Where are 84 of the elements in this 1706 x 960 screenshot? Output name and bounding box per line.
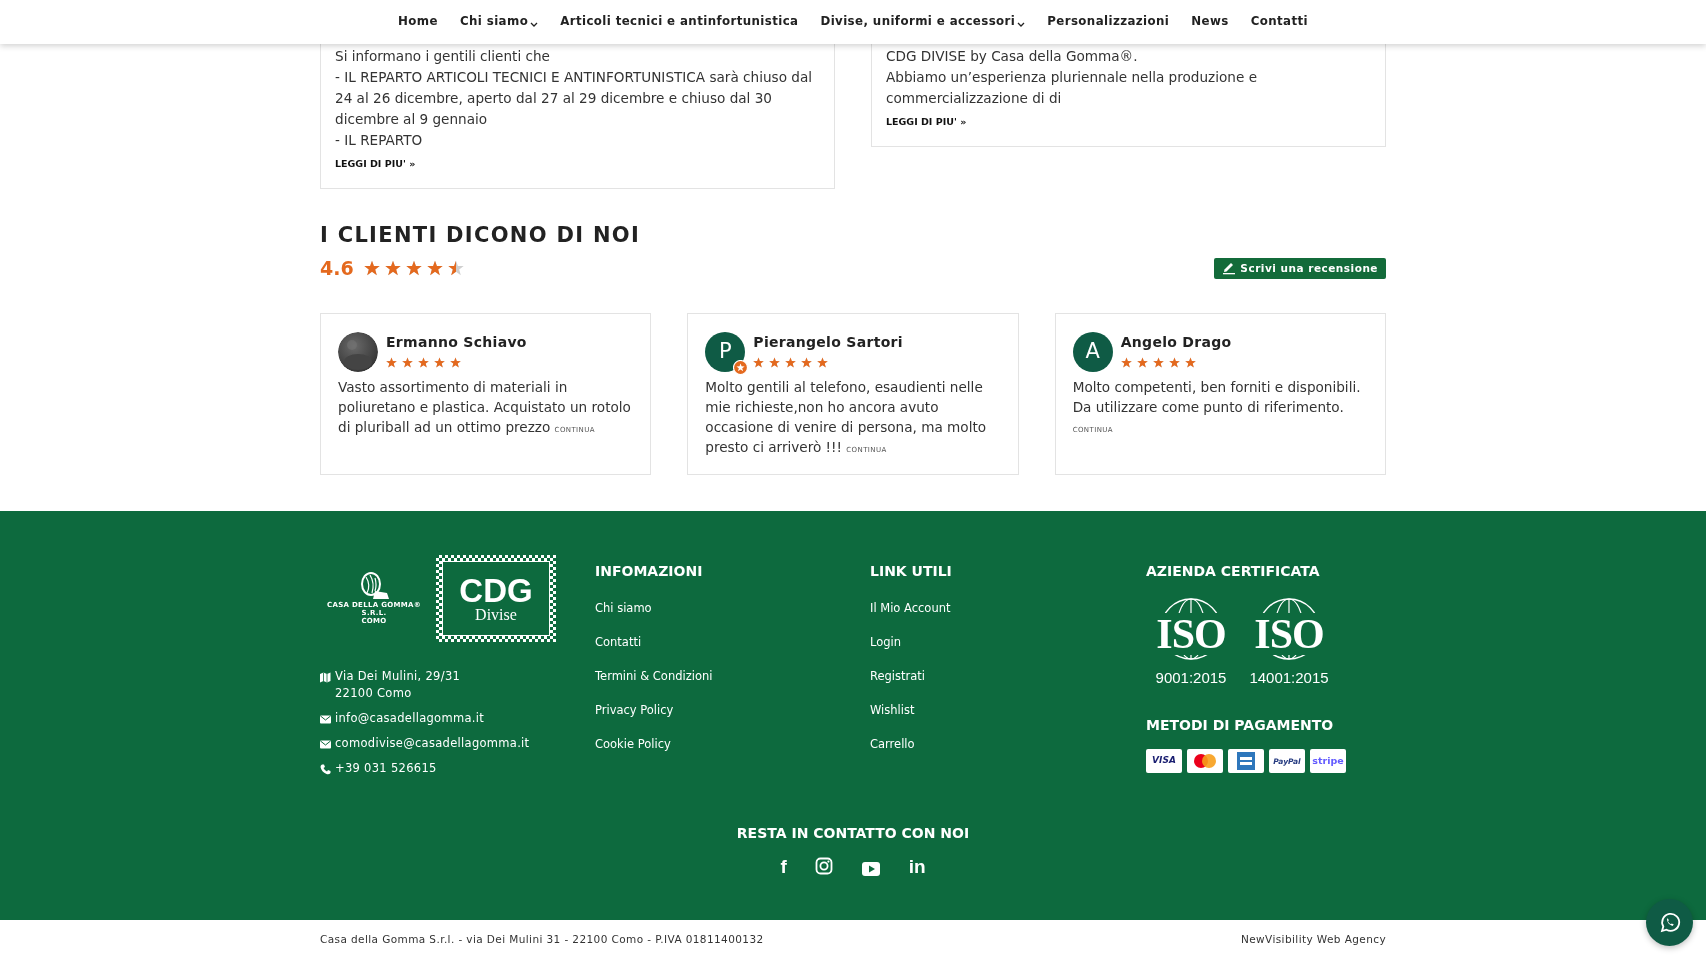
footer-link[interactable]: Il Mio Account [870,599,1146,616]
star-icon [769,356,781,368]
logo-text: CDG [459,573,533,607]
iso-mark: ISO [1253,612,1325,655]
pencil-icon [1222,261,1237,276]
star-icon [426,260,443,277]
read-more-link[interactable]: LEGGI DI PIU' » [335,153,416,174]
linkedin-icon[interactable]: in [908,856,926,877]
write-review-button[interactable]: Scrivi una recensione [1214,257,1386,280]
circles-icon [1192,753,1218,770]
envelope-icon [320,713,331,725]
star-icon [1152,356,1164,368]
footer-link[interactable]: Login [870,633,1146,650]
star-icon [1136,356,1148,368]
envelope-icon [320,738,331,750]
news-text: Si informano i gentili clienti che [335,47,551,66]
reviewer-name: Angelo Drago [1120,332,1232,352]
star-icon [384,260,401,277]
news-text: - IL REPARTO [335,131,424,150]
footer-link[interactable]: Chi siamo [595,599,870,616]
footer-link[interactable]: Termini & Condizioni [595,667,870,684]
iso-standard: 14001:2015 [1249,667,1329,688]
nav-link[interactable]: Home [398,13,438,31]
footer-link[interactable]: Carrello [870,735,1146,752]
card-brand: stripe [1312,754,1344,769]
footer-legal-text: Casa della Gomma S.r.l. - via Dei Mulini 31 - 22100 Como - P.IVA 01811400132 [320,931,764,947]
star-icon [785,356,797,368]
news-text: Abbiamo un’esperienza pluriennale nella produzione e commercializzazione di di [886,68,1258,108]
agency-link[interactable]: NewVisibility Web Agency [1240,931,1386,948]
star-icon [405,260,422,277]
map-icon [320,671,331,683]
iso-mark: ISO [1155,612,1227,655]
footer-heading: RESTA IN CONTATTO CON NOI [735,823,971,843]
footer-heading: LINK UTILI [870,561,953,581]
star-icon [817,356,829,368]
card-brand: VISA [1152,754,1176,768]
star-icon [1168,356,1180,368]
footer-link[interactable]: Privacy Policy [595,701,870,718]
section-title: I CLIENTI DICONO DI NOI [320,223,642,249]
star-icon [450,356,461,368]
nav-link[interactable]: Articoli tecnici e antinfortunistica [560,13,799,31]
reviewer-name: Ermanno Schiavo [386,332,527,352]
contact-text: Via Dei Mulini, 29/31 [335,667,461,685]
logo-text: Divise [475,606,517,623]
email-link[interactable]: info@casadellagomma.it [335,709,485,727]
star-icon [447,260,464,277]
instagram-icon[interactable] [814,856,833,875]
footer-link[interactable]: Registrati [870,667,1146,684]
avatar-letter: A [1085,341,1100,363]
footer-heading: AZIENDA CERTIFICATA [1146,561,1321,581]
card-icon [1237,752,1255,771]
caret-icon [1017,21,1026,28]
footer-link[interactable]: Cookie Policy [595,735,870,752]
email-link[interactable]: comodivise@casadellagomma.it [335,734,530,752]
caret-icon [530,21,539,28]
footer-heading: METODI DI PAGAMENTO [1146,716,1335,736]
read-more-link[interactable]: LEGGI DI PIU' » [886,111,967,132]
contact-text: +39 031 526615 [335,759,437,777]
contact-text: 22100 Como [335,684,413,702]
nav-link[interactable]: Chi siamo [459,13,539,31]
phone-icon [320,763,331,775]
nav-link[interactable]: Personalizzazioni [1047,13,1170,31]
star-icon [434,356,445,368]
iso-standard: 9001:2015 [1155,667,1227,688]
footer-link[interactable]: Contatti [595,633,870,650]
star-icon [363,260,380,277]
nav-link[interactable]: News [1191,13,1229,31]
avatar-letter: P [719,341,732,363]
star-icon [1120,356,1132,368]
footer-link[interactable]: Wishlist [870,701,1146,718]
star-icon [386,356,397,368]
nav-link[interactable]: Divise, uniformi e accessori [820,13,1026,31]
news-text: CDG DIVISE by Casa della Gomma®. [886,47,1139,66]
star-icon [402,356,413,368]
footer-heading: INFOMAZIONI [595,561,704,581]
star-icon [753,356,765,368]
news-text: - IL REPARTO ARTICOLI TECNICI E ANTINFORTUNISTICA sarà chiuso dal 24 al 26 dicembre, aperto dal 27 al 29 dicembre e chiuso dal 30 dicembre al 9 gennaio [335,68,814,129]
nav-link[interactable]: Contatti [1250,13,1308,31]
facebook-icon[interactable]: f [780,856,787,877]
star-icon [1184,356,1196,368]
rating-score: 4.6 [320,256,354,282]
reviewer-name: Pierangelo Sartori [753,332,903,352]
star-icon [801,356,813,368]
star-icon [418,356,429,368]
